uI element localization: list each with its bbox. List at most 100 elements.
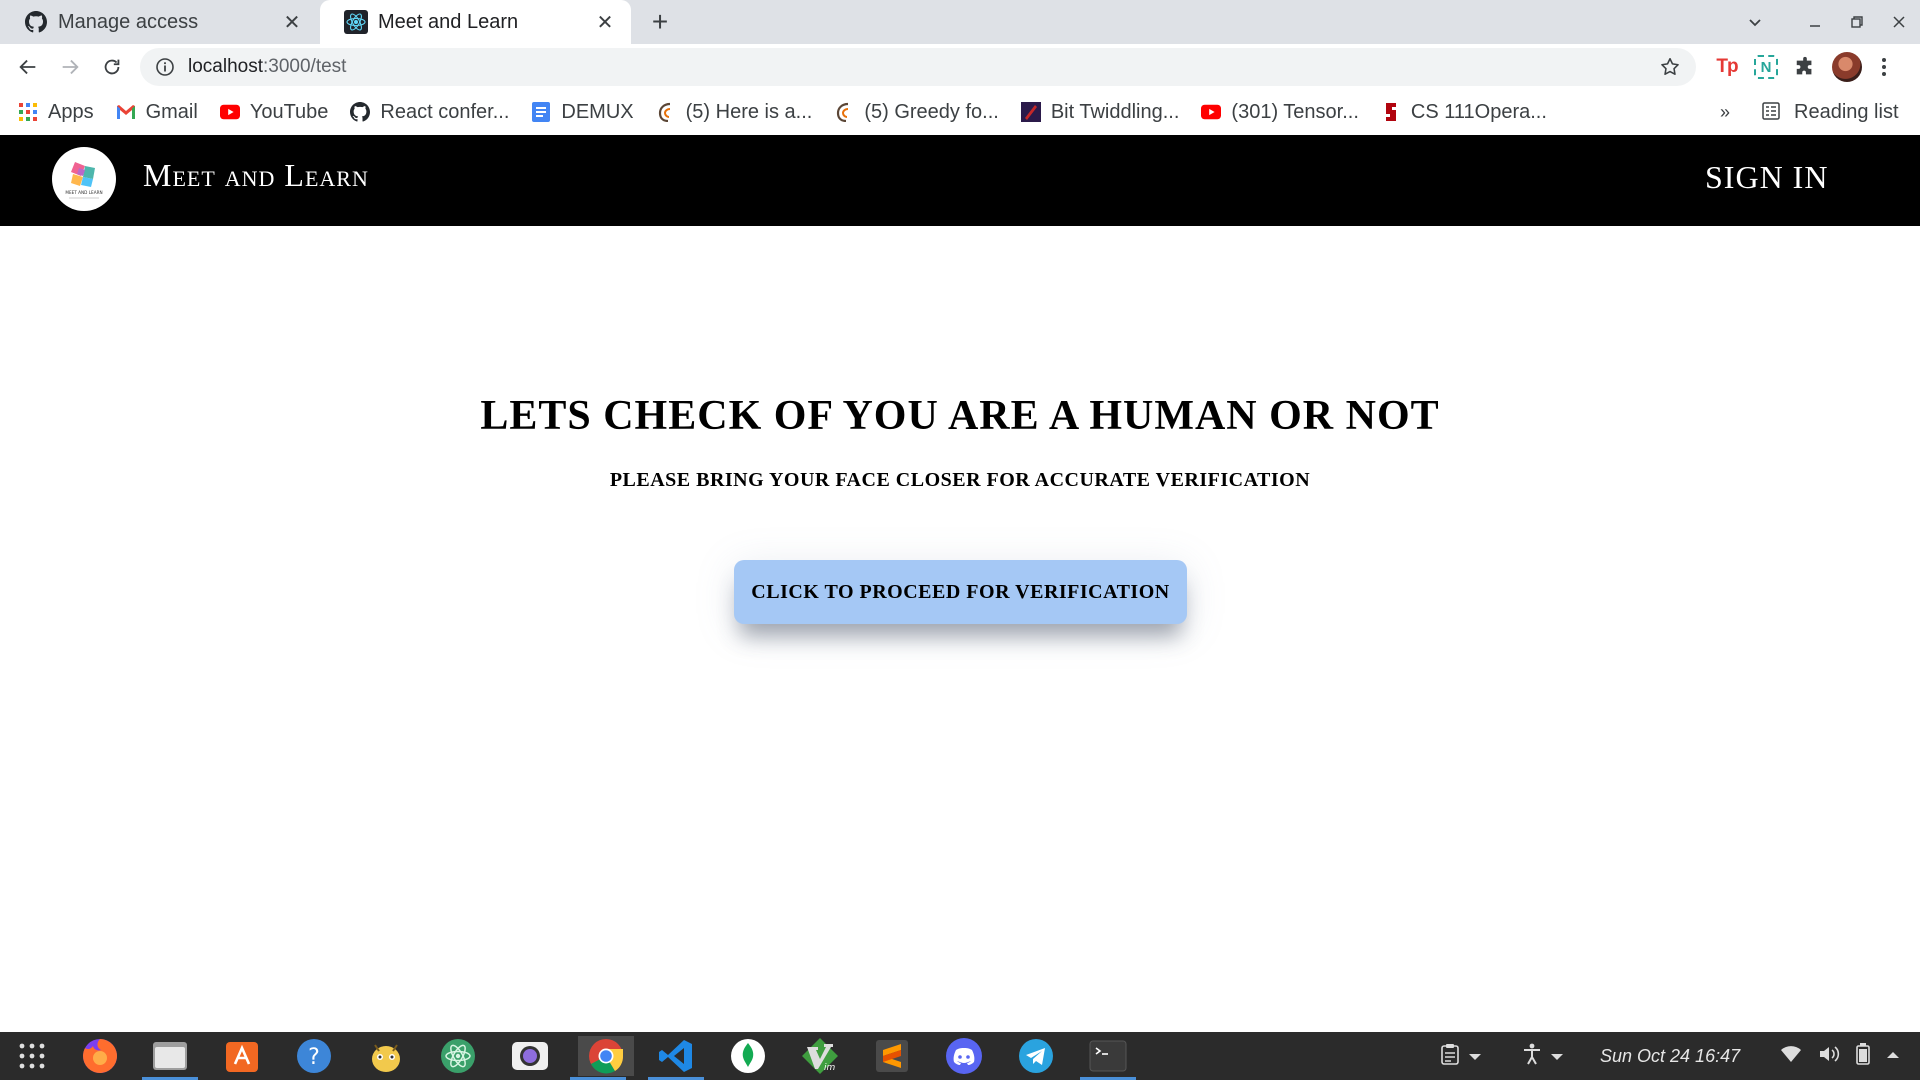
telegram-icon[interactable] xyxy=(1016,1036,1056,1076)
chrome-icon[interactable] xyxy=(570,1036,634,1080)
bookmark-bit-twiddling[interactable]: Bit Twiddling... xyxy=(1020,100,1180,124)
address-bar[interactable]: localhost:3000/test xyxy=(140,48,1696,86)
ubuntu-dock: ? im Sun Oct 24 16:47 xyxy=(0,1032,1920,1080)
tab-search-icon[interactable] xyxy=(1734,0,1776,44)
clipboard-icon[interactable] xyxy=(1440,1043,1460,1070)
bookmark-label: Bit Twiddling... xyxy=(1050,100,1180,123)
app-logo[interactable]: MEET AND LEARN xyxy=(52,147,116,211)
url-host: localhost xyxy=(188,56,263,77)
bookmark-here-is-a[interactable]: (5) Here is a... xyxy=(656,100,813,124)
sign-in-link[interactable]: SIGN IN xyxy=(1705,159,1828,196)
svg-text:?: ? xyxy=(308,1045,320,1070)
minimize-icon[interactable] xyxy=(1794,0,1836,44)
bookmark-demux[interactable]: DEMUX xyxy=(531,100,634,124)
discord-icon[interactable] xyxy=(944,1036,984,1076)
close-window-icon[interactable] xyxy=(1878,0,1920,44)
clock[interactable]: Sun Oct 24 16:47 xyxy=(1600,1032,1740,1080)
bookmarks-bar: Apps Gmail YouTube React confer... DEMUX… xyxy=(0,90,1920,134)
youtube-icon xyxy=(219,102,240,122)
app-navbar: MEET AND LEARN Meet and Learn SIGN IN xyxy=(0,135,1920,226)
bookmark-label: (5) Greedy fo... xyxy=(864,100,999,123)
page-title: LETS CHECK OF YOU ARE A HUMAN OR NOT xyxy=(480,393,1440,439)
software-center-icon[interactable] xyxy=(222,1036,262,1076)
show-apps-icon[interactable] xyxy=(12,1036,52,1076)
reload-icon[interactable] xyxy=(92,47,132,87)
logo-text: MEET AND LEARN xyxy=(65,190,102,195)
browser-toolbar: localhost:3000/test xyxy=(0,44,1920,90)
gmail-icon xyxy=(116,102,136,122)
youtube-icon xyxy=(1201,102,1222,122)
bookmark-greedy[interactable]: (5) Greedy fo... xyxy=(834,101,999,124)
new-tab-button[interactable]: + xyxy=(646,6,674,37)
help-icon[interactable]: ? xyxy=(294,1036,334,1076)
close-icon[interactable]: ✕ xyxy=(280,10,304,34)
bookmark-label: React confer... xyxy=(380,100,510,123)
url-path: :3000/test xyxy=(263,56,347,77)
files-icon[interactable] xyxy=(142,1036,198,1080)
bookmark-cs111[interactable]: CS 111Opera... xyxy=(1381,101,1547,124)
bookmark-label: Apps xyxy=(48,100,94,123)
accessibility-icon[interactable] xyxy=(1522,1043,1542,1070)
site-info-icon[interactable] xyxy=(154,56,176,78)
system-tray-left xyxy=(1440,1032,1564,1080)
profile-avatar[interactable] xyxy=(1832,52,1862,82)
tab-meet-and-learn[interactable]: Meet and Learn ✕ xyxy=(320,0,631,44)
github-icon xyxy=(24,10,48,34)
testpad-extension-icon[interactable]: Tp xyxy=(1712,52,1742,82)
vim-icon[interactable]: im xyxy=(800,1036,840,1076)
github-icon xyxy=(350,102,371,122)
apps-grid-icon xyxy=(18,102,38,122)
chevron-down-icon[interactable] xyxy=(1468,1046,1482,1067)
notion-extension-icon[interactable]: N xyxy=(1754,55,1778,79)
bookmark-tensor[interactable]: (301) Tensor... xyxy=(1201,100,1359,124)
firefox-icon[interactable] xyxy=(80,1036,120,1076)
tab-manage-access[interactable]: Manage access ✕ xyxy=(0,0,318,44)
browser-tabstrip: Manage access ✕ Meet and Learn ✕ + xyxy=(0,0,1920,44)
bookmark-label: Gmail xyxy=(145,100,198,123)
bit-twiddling-icon xyxy=(1020,102,1041,122)
chevron-up-icon xyxy=(1886,1047,1900,1065)
vscode-icon[interactable] xyxy=(648,1036,704,1080)
codechef-icon xyxy=(656,102,676,122)
bookmark-youtube[interactable]: YouTube xyxy=(219,101,328,124)
proceed-verification-button[interactable]: CLICK TO PROCEED FOR VERIFICATION xyxy=(734,560,1187,624)
page-subtitle: PLEASE BRING YOUR FACE CLOSER FOR ACCURA… xyxy=(609,469,1311,491)
docs-icon xyxy=(531,102,551,122)
svg-text:im: im xyxy=(824,1063,836,1073)
tab-title: Meet and Learn xyxy=(378,10,519,33)
menu-kebab-icon[interactable] xyxy=(1874,52,1894,82)
wifi-icon xyxy=(1780,1045,1802,1068)
mongodb-compass-icon[interactable] xyxy=(728,1036,768,1076)
close-icon[interactable]: ✕ xyxy=(593,10,617,34)
bookmark-gmail[interactable]: Gmail xyxy=(116,101,198,124)
system-tray-right[interactable] xyxy=(1780,1032,1900,1080)
reading-list-icon xyxy=(1762,102,1782,122)
sublime-text-icon[interactable] xyxy=(872,1036,912,1076)
battery-icon xyxy=(1856,1042,1870,1070)
mascot-app-icon[interactable] xyxy=(366,1036,406,1076)
reading-list-label: Reading list xyxy=(1794,100,1899,123)
forward-icon[interactable] xyxy=(50,47,90,87)
extensions-area: Tp N xyxy=(1712,44,1894,90)
bookmark-label: (5) Here is a... xyxy=(685,100,813,123)
restore-icon[interactable] xyxy=(1836,0,1878,44)
window-controls xyxy=(1734,0,1920,44)
codechef-icon xyxy=(834,102,854,122)
camera-icon[interactable] xyxy=(510,1036,550,1076)
terminal-icon[interactable] xyxy=(1080,1036,1136,1080)
volume-icon xyxy=(1818,1044,1840,1069)
bookmark-react-conf[interactable]: React confer... xyxy=(350,101,509,124)
puzzle-icon[interactable] xyxy=(1790,52,1820,82)
bookmarks-overflow-button[interactable]: » xyxy=(1720,90,1730,134)
atom-icon[interactable] xyxy=(438,1036,478,1076)
back-icon[interactable] xyxy=(8,47,48,87)
react-icon xyxy=(344,10,368,34)
bookmark-label: DEMUX xyxy=(561,100,634,123)
bookmark-star-icon[interactable] xyxy=(1658,55,1682,79)
brand-title[interactable]: Meet and Learn xyxy=(143,157,369,194)
bookmark-apps[interactable]: Apps xyxy=(18,101,94,124)
bookmark-label: CS 111Opera... xyxy=(1410,100,1547,123)
chevron-down-icon[interactable] xyxy=(1550,1046,1564,1067)
reading-list-button[interactable]: Reading list xyxy=(1762,90,1899,134)
bookmark-label: (301) Tensor... xyxy=(1231,100,1359,123)
